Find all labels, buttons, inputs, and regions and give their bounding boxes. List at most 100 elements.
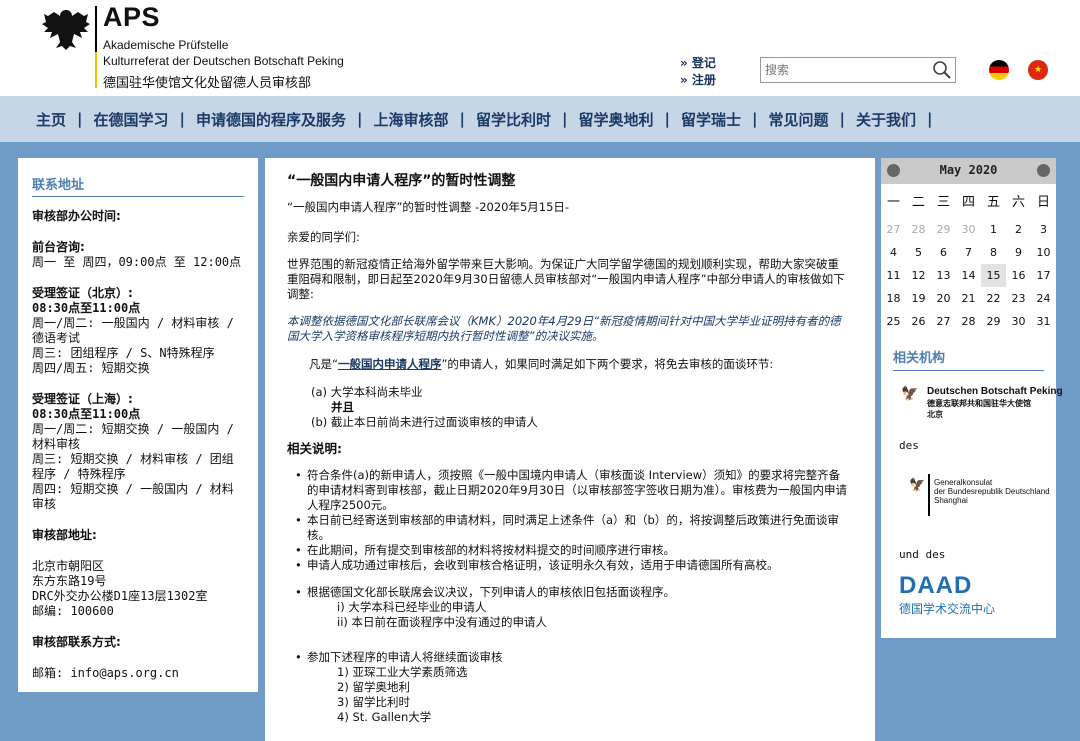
calendar-day[interactable]: 24 — [1031, 287, 1056, 310]
calendar-day[interactable]: 13 — [931, 264, 956, 287]
consulate-line-3: Shanghai — [934, 496, 968, 505]
embassy-name-en: Deutschen Botschaft Peking — [927, 386, 1063, 397]
calendar-day[interactable]: 30 — [956, 218, 981, 241]
calendar-day[interactable]: 29 — [931, 218, 956, 241]
calendar-day[interactable]: 22 — [981, 287, 1006, 310]
brand-title[interactable]: APS — [103, 2, 160, 33]
calendar-day[interactable]: 15 — [981, 264, 1006, 287]
visa-shanghai-line: 审核 — [32, 497, 57, 511]
calendar-day[interactable]: 6 — [931, 241, 956, 264]
calendar-day[interactable]: 16 — [1006, 264, 1031, 287]
note-item: 在此期间，所有提交到审核部的材料将按材料提交的时间顺序进行审核。 — [295, 543, 847, 558]
visa-beijing-line: 周一/周二: 一般国内 / 材料审核 / — [32, 316, 234, 330]
calendar-day[interactable]: 18 — [881, 287, 906, 310]
chinese-flag-icon[interactable]: ★ — [1028, 60, 1048, 80]
nav-home[interactable]: 主页 — [36, 109, 66, 130]
nav-faq[interactable]: 常见问题 — [769, 109, 829, 130]
calendar-day[interactable]: 17 — [1031, 264, 1056, 287]
visa-beijing-label: 受理签证（北京）: — [32, 286, 133, 300]
calendar-day[interactable]: 19 — [906, 287, 931, 310]
calendar-day[interactable]: 2 — [1006, 218, 1031, 241]
calendar-day[interactable]: 11 — [881, 264, 906, 287]
calendar-day[interactable]: 12 — [906, 264, 931, 287]
calendar-day[interactable]: 28 — [906, 218, 931, 241]
calendar-day[interactable]: 27 — [931, 310, 956, 333]
calendar-weekday: 六 — [1011, 195, 1025, 210]
calendar-day[interactable]: 28 — [956, 310, 981, 333]
article-panel: “一般国内申请人程序”的暂时性调整 “一般国内申请人程序”的暂时性调整 -202… — [265, 158, 875, 741]
daad-name-cn: 德国学术交流中心 — [899, 602, 996, 616]
eagle-small-icon: 🦅 — [909, 478, 926, 493]
general-procedure-link[interactable]: 一般国内申请人程序 — [338, 357, 442, 371]
calendar-day[interactable]: 3 — [1031, 218, 1056, 241]
greeting: 亲爱的同学们: — [287, 230, 360, 244]
nav-shanghai[interactable]: 上海审核部 — [374, 109, 449, 130]
condition-b: (b) 截止本日前尚未进行过面谈审核的申请人 — [311, 415, 538, 429]
calendar-day[interactable]: 21 — [956, 287, 981, 310]
search-box — [760, 57, 956, 83]
brand-line-2: Kulturreferat der Deutschen Botschaft Pe… — [103, 54, 344, 68]
calendar-day[interactable]: 4 — [881, 241, 906, 264]
italic-note: 本调整依据德国文化部长联席会议（KMK）2020年4月29日“新冠疫情期间针对中… — [287, 314, 841, 343]
calendar-next-icon[interactable] — [1037, 164, 1050, 177]
notes-label: 相关说明: — [287, 441, 342, 456]
calendar-day[interactable]: 1 — [981, 218, 1006, 241]
contact-heading: 联系地址 — [32, 174, 244, 197]
embassy-city: 北京 — [927, 410, 943, 419]
nav-separator: | — [179, 110, 185, 128]
nav-study-germany[interactable]: 在德国学习 — [94, 109, 169, 130]
nav-switzerland[interactable]: 留学瑞士 — [681, 109, 741, 130]
condition-line: 凡是“一般国内申请人程序”的申请人，如果同时满足如下两个要求，将免去审核的面谈环… — [287, 357, 847, 372]
und-des-text: und des — [899, 548, 946, 561]
condition-a: (a) 大学本科尚未毕业 — [311, 385, 423, 399]
note-subitem: i) 大学本科已经毕业的申请人 — [337, 600, 487, 614]
nav-about[interactable]: 关于我们 — [856, 109, 916, 130]
calendar-weekday: 五 — [986, 195, 1000, 210]
calendar-day[interactable]: 9 — [1006, 241, 1031, 264]
calendar-day[interactable]: 20 — [931, 287, 956, 310]
brand-line-3: 德国驻华使馆文化处留德人员审核部 — [103, 76, 312, 91]
calendar-grid: 一二三四五六日 27 28 29 30 1 2 3 4 5 6 7 8 9 10 11 12 13 14 15 16 17… — [881, 184, 1056, 333]
front-desk-label: 前台咨询: — [32, 240, 85, 254]
search-icon[interactable] — [931, 60, 953, 80]
brand-divider-gold — [95, 52, 97, 88]
calendar-day[interactable]: 30 — [1006, 310, 1031, 333]
nav-separator: | — [459, 110, 465, 128]
visa-beijing-line: 德语考试 — [32, 331, 81, 345]
visa-shanghai-label: 受理签证（上海）: — [32, 392, 133, 406]
condition-pre: 凡是“ — [309, 357, 338, 371]
calendar-day[interactable]: 31 — [1031, 310, 1056, 333]
consulate-divider — [928, 474, 930, 516]
office-hours-label: 审核部办公时间: — [32, 209, 121, 223]
calendar-day[interactable]: 5 — [906, 241, 931, 264]
daad-link[interactable]: DAAD 德国学术交流中心 — [899, 572, 995, 617]
calendar-day[interactable]: 10 — [1031, 241, 1056, 264]
calendar-day[interactable]: 14 — [956, 264, 981, 287]
visa-beijing-line: 周三: 团组程序 / S、N特殊程序 — [32, 346, 215, 360]
email-text[interactable]: 邮箱: info@aps.org.cn — [32, 666, 244, 681]
login-link[interactable]: » 登记 — [680, 54, 716, 71]
visa-shanghai-line: 周四: 短期交换 / 一般国内 / 材料 — [32, 482, 234, 496]
note-item: 参加下述程序的申请人将继续面谈审核 — [295, 650, 847, 665]
register-link[interactable]: » 注册 — [680, 71, 716, 88]
calendar-day[interactable]: 8 — [981, 241, 1006, 264]
calendar-header: May 2020 — [881, 158, 1056, 184]
note-item: 申请人成功通过审核后，会收到审核合格证明，该证明永久有效，适用于申请德国所有高校… — [295, 558, 847, 573]
des-text: des — [899, 439, 919, 452]
nav-belgium[interactable]: 留学比利时 — [476, 109, 551, 130]
front-desk-text: 周一 至 周四，09:00点 至 12:00点 — [32, 255, 242, 269]
calendar-day[interactable]: 27 — [881, 218, 906, 241]
calendar-day[interactable]: 26 — [906, 310, 931, 333]
header: APS Akademische Prüfstelle Kulturreferat… — [0, 0, 1080, 96]
calendar-day[interactable]: 23 — [1006, 287, 1031, 310]
nav-procedures[interactable]: 申请德国的程序及服务 — [196, 109, 346, 130]
eagle-logo-icon — [42, 10, 90, 50]
calendar-day[interactable]: 7 — [956, 241, 981, 264]
calendar-day[interactable]: 29 — [981, 310, 1006, 333]
address-line: 北京市朝阳区 — [32, 559, 105, 573]
german-flag-icon[interactable] — [989, 60, 1009, 80]
calendar-day[interactable]: 25 — [881, 310, 906, 333]
search-input[interactable] — [765, 60, 925, 80]
nav-austria[interactable]: 留学奥地利 — [579, 109, 654, 130]
contact-label: 审核部联系方式: — [32, 635, 121, 649]
